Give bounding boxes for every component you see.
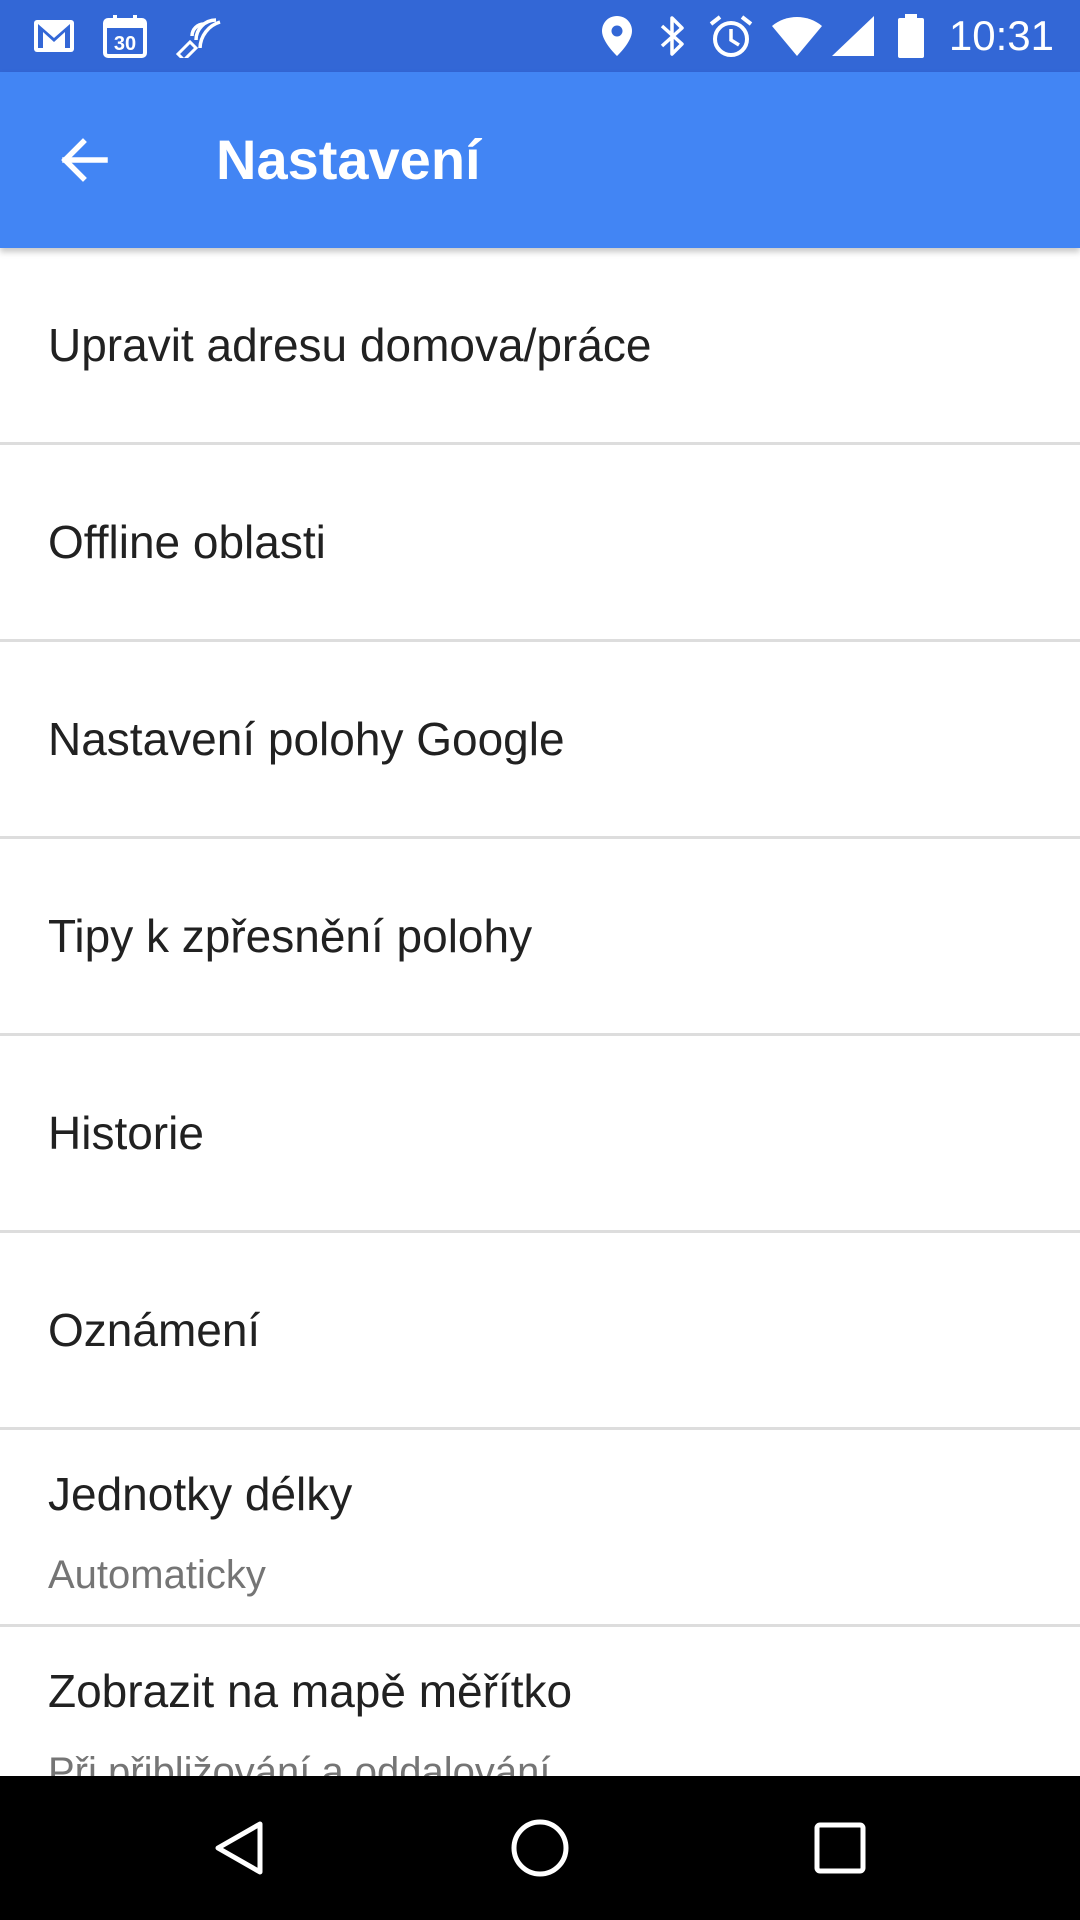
back-button[interactable] <box>40 116 128 204</box>
setting-value: Automaticky <box>48 1553 266 1597</box>
location-icon <box>602 16 632 56</box>
setting-label: Tipy k zpřesnění polohy <box>48 910 533 962</box>
alarm-icon <box>709 15 753 57</box>
recents-square-icon <box>814 1822 866 1874</box>
setting-label: Historie <box>48 1107 204 1159</box>
setting-label: Oznámení <box>48 1304 261 1356</box>
setting-label: Zobrazit na mapě měřítko <box>48 1665 573 1717</box>
signal-icon <box>832 16 874 56</box>
navigation-bar <box>0 1776 1080 1920</box>
back-triangle-icon <box>215 1821 263 1875</box>
setting-label: Offline oblasti <box>48 516 326 568</box>
calendar-icon: 30 <box>103 15 147 58</box>
nav-recents-button[interactable] <box>796 1804 884 1892</box>
cast-icon <box>175 18 221 58</box>
setting-google-location[interactable]: Nastavení polohy Google <box>0 642 1080 839</box>
nav-home-button[interactable] <box>496 1804 584 1892</box>
status-time: 10:31 <box>948 12 1054 59</box>
wifi-icon <box>772 17 822 56</box>
settings-screen: 30 10:31 Nastavení Upravit adresu domova… <box>0 0 1080 1920</box>
setting-value: Při přibližování a oddalování <box>48 1750 551 1776</box>
nav-back-button[interactable] <box>196 1804 284 1892</box>
status-bar: 30 10:31 <box>0 0 1080 72</box>
arrow-back-icon <box>61 138 108 182</box>
setting-label: Jednotky délky <box>48 1468 353 1520</box>
setting-notifications[interactable]: Oznámení <box>0 1233 1080 1430</box>
page-title: Nastavení <box>216 128 481 191</box>
setting-label: Nastavení polohy Google <box>48 713 565 765</box>
battery-icon <box>898 14 924 58</box>
svg-text:30: 30 <box>114 33 136 55</box>
bluetooth-icon <box>660 16 684 56</box>
setting-location-tips[interactable]: Tipy k zpřesnění polohy <box>0 839 1080 1036</box>
gmail-icon <box>34 20 74 52</box>
setting-label: Upravit adresu domova/práce <box>48 319 652 371</box>
setting-distance-units[interactable]: Jednotky délky Automaticky <box>0 1430 1080 1627</box>
setting-offline-areas[interactable]: Offline oblasti <box>0 445 1080 642</box>
setting-edit-home-work[interactable]: Upravit adresu domova/práce <box>0 248 1080 445</box>
setting-show-scale[interactable]: Zobrazit na mapě měřítko Při přibližován… <box>0 1627 1080 1776</box>
app-bar: Nastavení <box>0 72 1080 248</box>
setting-history[interactable]: Historie <box>0 1036 1080 1233</box>
settings-list: Upravit adresu domova/práce Offline obla… <box>0 248 1080 1776</box>
home-circle-icon <box>511 1819 569 1877</box>
